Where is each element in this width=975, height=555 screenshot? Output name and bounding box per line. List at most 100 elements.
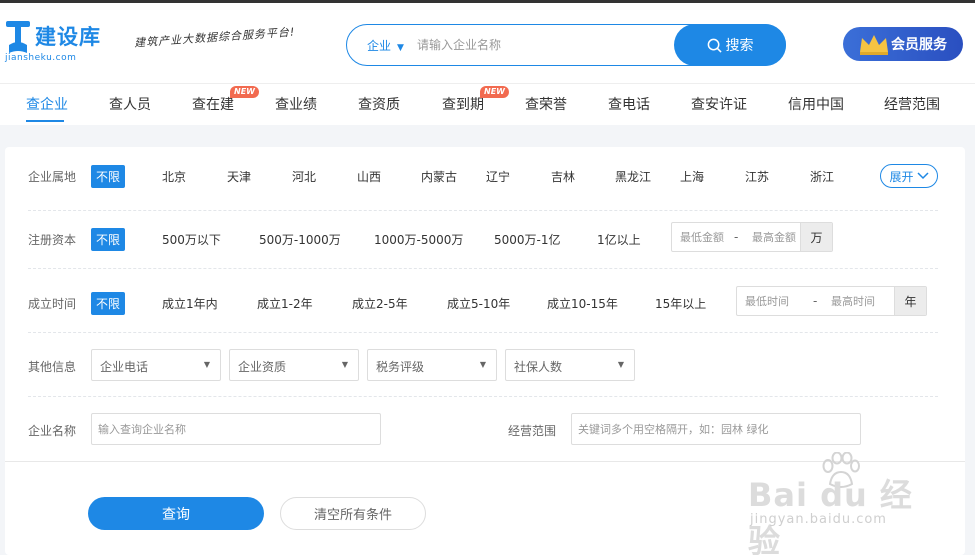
logo[interactable]: 建设库 jiansheku.com — [5, 17, 125, 67]
caret-down-icon: ▼ — [397, 43, 404, 53]
capital-option[interactable]: 500万-1000万 — [259, 231, 341, 248]
chevron-down-icon — [916, 172, 929, 180]
new-badge: NEW — [480, 86, 509, 98]
region-option[interactable]: 不限 — [91, 165, 126, 188]
search-bar: 企业 ▼ 搜索 — [346, 24, 786, 66]
tab-safety-license[interactable]: 查安许证 — [691, 94, 747, 114]
region-option[interactable]: 内蒙古 — [421, 168, 457, 185]
search-button-label: 搜索 — [725, 38, 754, 54]
region-option[interactable]: 天津 — [227, 168, 251, 185]
baidu-watermark: Bai du 经验 jingyan.baidu.com — [748, 452, 928, 555]
select-text: 税务评级 — [376, 360, 425, 374]
logo-domain: jiansheku.com — [5, 53, 77, 63]
select-tax-rating[interactable]: 税务评级 ▼ — [367, 349, 497, 381]
founded-option[interactable]: 成立1-2年 — [257, 295, 313, 312]
tab-business-scope[interactable]: 经营范围 — [884, 94, 940, 114]
company-name-input[interactable] — [91, 413, 381, 445]
caret-down-icon: ▼ — [617, 360, 624, 369]
capital-option[interactable]: 5000万-1亿 — [494, 231, 561, 248]
caret-down-icon: ▼ — [341, 360, 348, 369]
select-social-insurance[interactable]: 社保人数 ▼ — [505, 349, 635, 381]
crown-icon — [860, 35, 888, 55]
filter-row-capital: 注册资本 不限 500万以下 500万-1000万 1000万-5000万 50… — [5, 205, 965, 269]
scope-label: 经营范围 — [508, 424, 557, 438]
search-type-label: 企业 — [367, 39, 392, 53]
capital-option[interactable]: 500万以下 — [162, 231, 221, 248]
tab-label: 查安许证 — [691, 97, 747, 113]
capital-max-input[interactable] — [752, 229, 802, 245]
tab-label: 查资质 — [358, 97, 400, 113]
filter-label: 成立时间 — [28, 297, 77, 311]
tab-label: 经营范围 — [884, 97, 940, 113]
select-company-phone[interactable]: 企业电话 ▼ — [91, 349, 221, 381]
watermark-url: jingyan.baidu.com — [750, 512, 887, 527]
business-scope-input[interactable] — [571, 413, 861, 445]
range-separator: - — [734, 230, 739, 244]
search-button[interactable]: 搜索 — [674, 24, 786, 66]
tab-phone[interactable]: 查电话 — [608, 94, 650, 114]
region-option[interactable]: 浙江 — [810, 168, 834, 185]
tab-label: 查企业 — [26, 97, 68, 113]
founded-option[interactable]: 成立10-15年 — [547, 295, 618, 312]
caret-down-icon: ▼ — [479, 360, 486, 369]
capital-unit: 万 — [800, 223, 832, 251]
tab-honor[interactable]: 查荣誉 — [525, 94, 567, 114]
tab-label: 查到期 — [442, 97, 484, 113]
tab-label: 查电话 — [608, 97, 650, 113]
region-option[interactable]: 黑龙江 — [615, 168, 651, 185]
tab-label: 信用中国 — [788, 97, 844, 113]
founded-unit: 年 — [894, 287, 926, 315]
search-input[interactable] — [417, 35, 667, 55]
tab-performance[interactable]: 查业绩 — [275, 94, 317, 114]
tab-personnel[interactable]: 查人员 — [109, 94, 151, 114]
search-type-dropdown[interactable]: 企业 ▼ — [367, 37, 404, 54]
tab-under-construction[interactable]: 查在建 NEW — [192, 86, 259, 114]
select-text: 企业资质 — [238, 360, 287, 374]
select-company-qualification[interactable]: 企业资质 ▼ — [229, 349, 359, 381]
region-option[interactable]: 山西 — [357, 168, 381, 185]
filter-row-region: 企业属地 不限 北京 天津 河北 山西 内蒙古 辽宁 吉林 黑龙江 上海 江苏 … — [5, 147, 965, 211]
tab-label: 查业绩 — [275, 97, 317, 113]
vip-service-button[interactable]: 会员服务 — [843, 27, 963, 61]
main-nav: 查企业 查人员 查在建 NEW 查业绩 查资质 查到期 NEW 查荣誉 查电话 查安… — [0, 83, 975, 125]
expand-button[interactable]: 展开 — [880, 164, 938, 188]
expand-label: 展开 — [889, 169, 914, 184]
tab-company[interactable]: 查企业 — [26, 94, 68, 114]
tab-label: 查在建 — [192, 97, 234, 113]
founded-option[interactable]: 不限 — [91, 292, 126, 315]
region-option[interactable]: 北京 — [162, 168, 186, 185]
capital-option[interactable]: 不限 — [91, 228, 126, 251]
founded-option[interactable]: 成立5-10年 — [447, 295, 510, 312]
tab-label: 查人员 — [109, 97, 151, 113]
founded-option[interactable]: 15年以上 — [655, 295, 706, 312]
region-option[interactable]: 江苏 — [745, 168, 769, 185]
region-option[interactable]: 河北 — [292, 168, 316, 185]
capital-option[interactable]: 1亿以上 — [597, 231, 641, 248]
filter-row-other: 其他信息 企业电话 ▼ 企业资质 ▼ 税务评级 ▼ 社保人数 ▼ — [5, 333, 965, 397]
clear-all-button[interactable]: 清空所有条件 — [280, 497, 426, 530]
filter-label: 其他信息 — [28, 360, 77, 374]
filter-row-founded: 成立时间 不限 成立1年内 成立1-2年 成立2-5年 成立5-10年 成立10… — [5, 269, 965, 333]
tab-qualification[interactable]: 查资质 — [358, 94, 400, 114]
query-button[interactable]: 查询 — [88, 497, 264, 530]
capital-min-input[interactable] — [680, 229, 734, 245]
founded-min-input[interactable] — [745, 293, 809, 309]
region-option[interactable]: 辽宁 — [486, 168, 510, 185]
logo-text: 建设库 — [35, 25, 101, 49]
active-tab-indicator — [26, 120, 64, 122]
select-text: 社保人数 — [514, 360, 563, 374]
founded-max-input[interactable] — [831, 293, 891, 309]
region-option[interactable]: 上海 — [680, 168, 704, 185]
tab-expiry[interactable]: 查到期 NEW — [442, 86, 509, 114]
region-option[interactable]: 吉林 — [551, 168, 575, 185]
select-text: 企业电话 — [100, 360, 149, 374]
caret-down-icon: ▼ — [203, 360, 210, 369]
filter-label: 企业属地 — [28, 170, 77, 184]
range-separator: - — [813, 294, 818, 308]
tab-label: 查荣誉 — [525, 97, 567, 113]
search-icon — [707, 38, 722, 53]
founded-option[interactable]: 成立1年内 — [162, 295, 218, 312]
founded-option[interactable]: 成立2-5年 — [352, 295, 408, 312]
capital-option[interactable]: 1000万-5000万 — [374, 231, 463, 248]
tab-credit-china[interactable]: 信用中国 — [788, 94, 844, 114]
